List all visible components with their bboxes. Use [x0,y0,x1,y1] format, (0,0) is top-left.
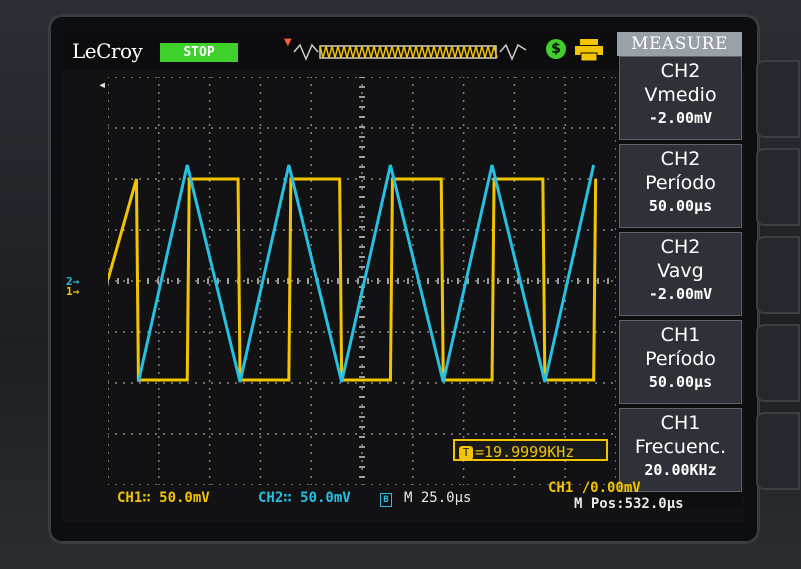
measure-name: Frecuenc. [634,436,727,458]
ch2-waveform [136,164,596,383]
measure-name: Vavg [657,260,704,282]
ch1-scale[interactable]: CH1∷ 50.0mV [117,490,210,506]
measure-name: Período [645,348,716,370]
arrow-left-icon: ◂ [98,77,107,93]
measure-slot-1[interactable]: CH2 Vmedio -2.00mV [619,56,742,140]
measure-value: -2.00mV [648,285,713,303]
menu-button-5[interactable] [756,412,800,490]
menu-button-1[interactable] [756,60,800,138]
frequency-readout: =19.9999KHz [475,443,575,461]
scope-screen: LeCroy STOP ▼ $ MEASURE 2→ 1→ ◂ T =19.999… [62,30,744,522]
ch1-waveform [108,177,598,382]
measure-value: 50.00μs [648,373,713,391]
menu-button-4[interactable] [756,324,800,402]
measure-channel: CH2 [660,236,701,258]
memory-strip [293,43,527,61]
usb-icon: $ [546,39,566,59]
measure-value: -2.00mV [648,109,713,127]
measure-slot-3[interactable]: CH2 Vavg -2.00mV [619,232,742,316]
trigger-icon: T [459,445,473,460]
trigger-setting[interactable]: CH1 /0.00mV [548,480,641,496]
waveform-grid [108,77,616,485]
menu-buttons [752,40,801,540]
measure-menu-title: MEASURE [617,32,742,56]
measure-value: 50.00μs [648,197,713,215]
menu-button-2[interactable] [756,148,800,226]
measure-name: Vmedio [644,84,717,106]
timebase[interactable]: M 25.0μs [404,490,471,506]
menu-button-3[interactable] [756,236,800,314]
horizontal-position[interactable]: M Pos:532.0μs [574,496,684,512]
ch1-ground-marker: 1→ [66,285,80,298]
bandwidth-limit-icon: B [380,493,392,507]
brand-logo: LeCroy [72,39,143,63]
measure-value: 20.00KHz [644,461,717,479]
measure-channel: CH2 [660,148,701,170]
run-status[interactable]: STOP [160,43,238,62]
measure-channel: CH1 [660,412,701,434]
ch2-scale[interactable]: CH2∷ 50.0mV [258,490,351,506]
measure-slot-4[interactable]: CH1 Período 50.00μs [619,320,742,404]
frequency-counter: T =19.9999KHz [453,439,608,461]
printer-icon [575,39,603,62]
status-bar: CH1∷ 50.0mV CH2∷ 50.0mV B M 25.0μs CH1 /… [62,480,744,522]
measure-channel: CH2 [660,60,701,82]
measure-channel: CH1 [660,324,701,346]
measure-slot-2[interactable]: CH2 Período 50.00μs [619,144,742,228]
measure-name: Período [645,172,716,194]
measure-panel: CH2 Vmedio -2.00mV CH2 Período 50.00μs C… [619,56,742,508]
